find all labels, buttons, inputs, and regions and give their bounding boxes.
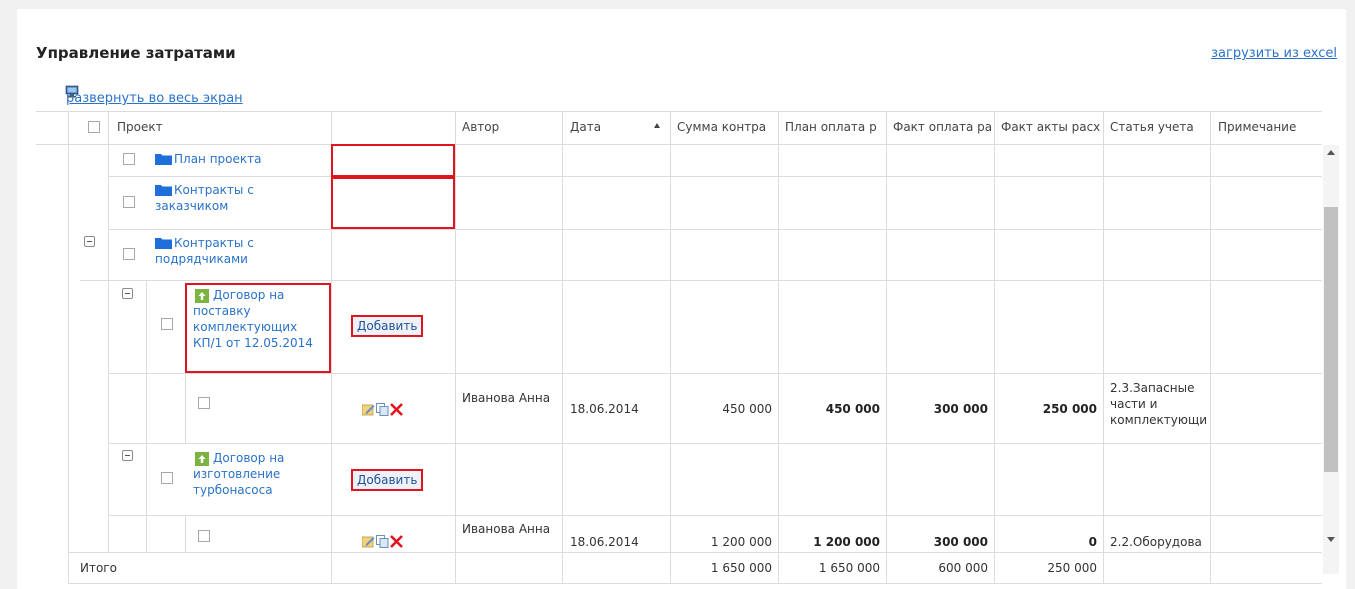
select-all-checkbox[interactable] [88,121,100,133]
header-author[interactable]: Автор [462,119,499,135]
right-background [1346,0,1355,589]
grid-line [1103,111,1104,583]
load-from-excel-link[interactable]: загрузить из excel [1211,46,1337,61]
grid-line [1210,111,1211,583]
grid-line [68,583,1322,584]
total-label: Итого [80,561,117,575]
row-checkbox[interactable] [161,472,173,484]
sort-ascending-icon[interactable] [654,123,660,128]
folder-link-customer-contracts[interactable]: Контракты с заказчиком [155,182,305,214]
fullscreen-link[interactable]: развернуть во весь экран [66,91,243,106]
row-actions [362,535,403,548]
collapse-toggle[interactable] [122,288,133,299]
grid-line [108,443,1322,444]
highlight-box [331,177,455,229]
grid-line [108,229,1322,230]
contract-sum-cell: 1 200 000 [710,535,772,549]
fact-payment-cell: 300 000 [933,535,988,549]
contract-sum-cell: 450 000 [722,402,772,416]
folder-icon [155,154,172,165]
row-checkbox[interactable] [198,530,210,542]
row-actions [362,403,403,416]
copy-icon[interactable] [376,535,389,548]
edit-icon[interactable] [362,403,375,416]
contract-link-supply[interactable]: Договор на поставку комплектующих КП/1 о… [193,287,329,351]
folder-link-project-plan[interactable]: План проекта [174,151,330,167]
header-plan-payment[interactable]: План оплата р [785,119,885,135]
scrollbar-thumb[interactable] [1324,207,1338,472]
grid-line [108,176,1322,177]
grid-line [185,515,186,552]
total-plan-payment: 1 650 000 [818,561,880,575]
add-button[interactable]: Добавить [351,315,424,337]
header-contract-sum[interactable]: Сумма контра [677,119,777,135]
grid-line [670,111,671,583]
scroll-up-arrow-icon[interactable] [1327,150,1335,155]
header-note[interactable]: Примечание [1218,119,1318,135]
collapse-toggle[interactable] [122,450,133,461]
left-background [0,0,17,589]
header-account-item[interactable]: Статья учета [1110,119,1209,135]
grid-line [562,111,563,583]
highlight-box [331,144,455,177]
grid-line [108,111,109,144]
grid-line [36,111,1322,112]
grid-line [455,111,456,583]
total-fact-payment: 600 000 [938,561,988,575]
grid-line [68,552,1322,553]
header-fact-payment[interactable]: Факт оплата ра [893,119,993,135]
plan-payment-cell: 1 200 000 [813,535,880,549]
folder-link-subcontractor-contracts[interactable]: Контракты с подрядчиками [155,235,305,267]
grid-line [994,111,995,583]
grid-line [36,144,1322,145]
copy-icon[interactable] [376,403,389,416]
scroll-down-arrow-icon[interactable] [1327,537,1335,542]
author-cell: Иванова Анна [462,522,551,536]
row-checkbox[interactable] [123,248,135,260]
edit-icon[interactable] [362,535,375,548]
date-cell: 18.06.2014 [570,402,639,416]
fact-acts-cell: 250 000 [1042,402,1097,416]
grid-line [778,111,779,583]
row-checkbox[interactable] [123,153,135,165]
total-fact-acts: 250 000 [1047,561,1097,575]
delete-icon[interactable] [390,535,403,548]
grid-line [108,515,1322,516]
date-cell: 18.06.2014 [570,535,639,549]
grid-line [108,373,1322,374]
total-contract-sum: 1 650 000 [710,561,772,575]
grid-line [108,144,109,552]
grid-line [146,280,147,552]
grid-line [886,111,887,583]
header-date[interactable]: Дата [570,119,601,135]
row-checkbox[interactable] [123,196,135,208]
top-background [0,0,1355,9]
contract-link-turbopump[interactable]: Договор на изготовление турбонасоса [193,450,325,498]
row-checkbox[interactable] [161,318,173,330]
page-title: Управление затратами [36,44,236,62]
plan-payment-cell: 450 000 [825,402,880,416]
fact-acts-cell: 0 [1088,535,1097,549]
row-checkbox[interactable] [198,397,210,409]
header-fact-acts[interactable]: Факт акты расх [1001,119,1102,135]
account-item-cell: 2.2.Оборудова [1110,535,1202,549]
grid-line [68,111,69,583]
add-button[interactable]: Добавить [351,469,424,491]
account-item-cell: 2.3.Запасные части и комплектующи [1110,381,1208,427]
header-project[interactable]: Проект [117,119,163,135]
author-cell: Иванова Анна [462,391,551,405]
grid-line [185,373,186,443]
collapse-toggle[interactable] [84,236,95,247]
grid-line [80,280,1322,281]
delete-icon[interactable] [390,403,403,416]
fact-payment-cell: 300 000 [933,402,988,416]
